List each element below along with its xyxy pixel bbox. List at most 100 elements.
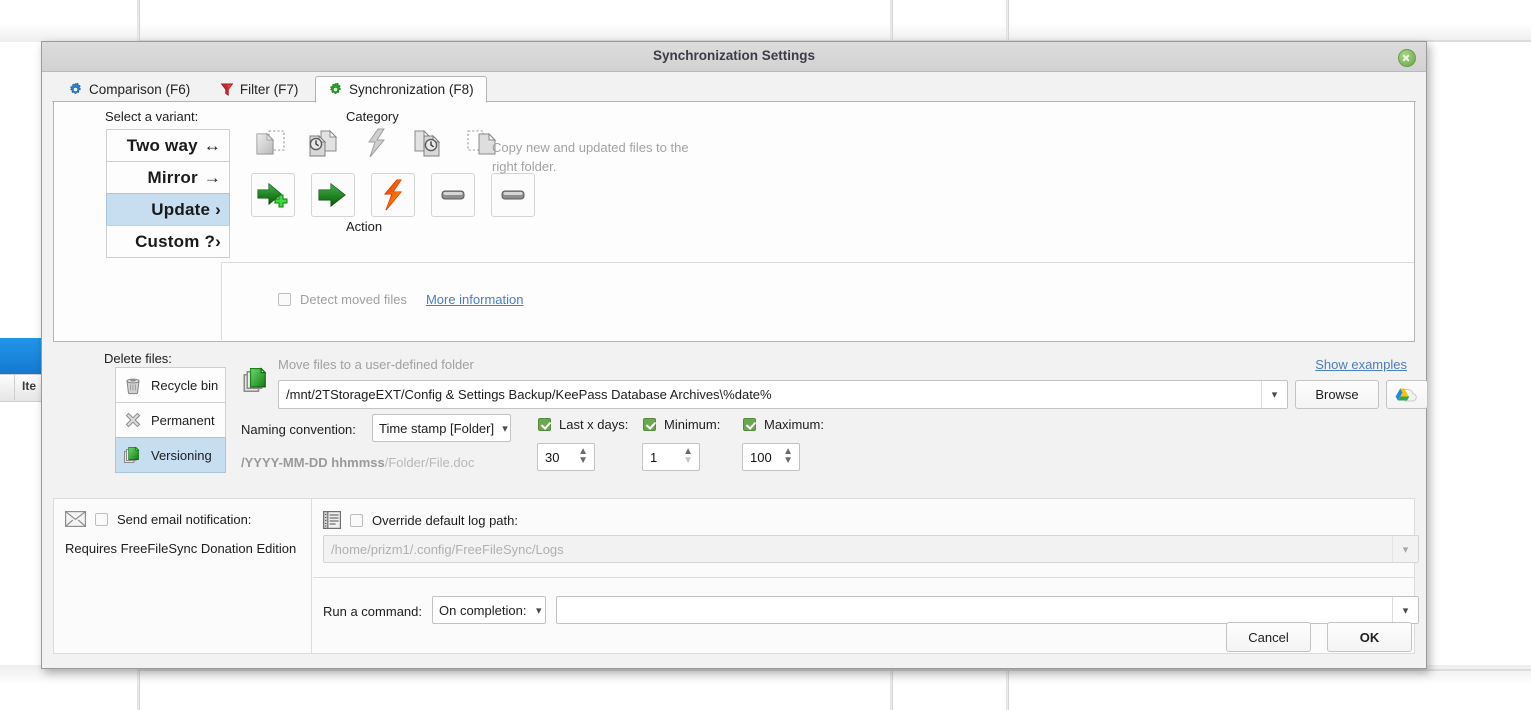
variant-two-way[interactable]: Two way ↔ <box>106 129 230 162</box>
limit-last-x-days-value[interactable]: 30 <box>545 450 559 465</box>
limit-minimum-checkbox[interactable] <box>643 418 656 431</box>
tab-comparison-label: Comparison (F6) <box>89 81 191 97</box>
category-icon-row <box>251 125 500 163</box>
stepper-arrows-icon[interactable]: ▲ ▼ <box>783 447 793 466</box>
cancel-button[interactable]: Cancel <box>1226 622 1311 652</box>
background-header-separator <box>14 374 15 400</box>
delete-option-permanent[interactable]: Permanent <box>115 402 226 438</box>
action-button-row <box>251 173 535 217</box>
delete-option-versioning[interactable]: Versioning <box>115 437 226 473</box>
action-copy-button[interactable] <box>311 173 355 217</box>
limit-last-x-days-stepper[interactable]: 30 ▲ ▼ <box>537 443 595 471</box>
naming-pattern-bold: /YYYY-MM-DD hhmmss <box>241 455 385 470</box>
naming-convention-label: Naming convention: <box>241 422 356 437</box>
naming-convention-value[interactable]: Time stamp [Folder] <box>373 421 500 436</box>
limit-minimum-value[interactable]: 1 <box>650 450 657 465</box>
gear-green-icon <box>328 82 343 97</box>
variant-custom[interactable]: Custom ?› <box>106 225 230 258</box>
tab-synchronization[interactable]: Synchronization (F8) <box>315 75 487 103</box>
dialog-title: Synchronization Settings <box>652 48 815 63</box>
limit-last-x-days-row: Last x days: <box>538 417 628 432</box>
variant-list: Two way ↔ Mirror → Update › Custom ?› <box>106 129 230 258</box>
tab-comparison[interactable]: Comparison (F6) <box>55 75 203 102</box>
delete-files-section: Delete files: Recycle bin Permanent Vers… <box>53 347 1428 507</box>
naming-pattern-preview: /YYYY-MM-DD hhmmss/Folder/File.doc <box>241 455 474 470</box>
override-log-path-checkbox[interactable] <box>350 513 363 527</box>
versioning-path-input[interactable]: /mnt/2TStorageEXT/Config & Settings Back… <box>279 387 1261 402</box>
versioning-path-combo[interactable]: /mnt/2TStorageEXT/Config & Settings Back… <box>278 380 1288 409</box>
variant-custom-label: Custom <box>135 231 200 251</box>
limit-maximum-stepper[interactable]: 100 ▲ ▼ <box>742 443 800 471</box>
background-top-gradient <box>0 0 1531 42</box>
right-arrow-icon: → <box>203 167 221 187</box>
trash-icon <box>123 375 143 395</box>
log-list-icon <box>323 511 341 529</box>
delete-files-label: Delete files: <box>104 351 172 366</box>
variant-update[interactable]: Update › <box>106 193 230 226</box>
send-email-notification-label: Send email notification: <box>117 511 252 527</box>
naming-pattern-rest: /Folder/File.doc <box>384 455 475 470</box>
show-examples-link[interactable]: Show examples <box>1315 357 1407 372</box>
cloud-drive-button[interactable] <box>1386 380 1428 409</box>
limit-maximum-value[interactable]: 100 <box>750 450 772 465</box>
do-nothing-icon <box>501 188 525 202</box>
lightning-conflict-icon <box>378 179 408 211</box>
arrow-right-plus-icon <box>256 180 290 210</box>
chevron-down-icon[interactable]: ▾ <box>1261 381 1287 408</box>
dialog-footer: Cancel OK <box>42 608 1426 668</box>
ok-button[interactable]: OK <box>1327 622 1412 652</box>
log-path-combo[interactable]: /home/prizm1/.config/FreeFileSync/Logs ▾ <box>323 535 1419 563</box>
limit-minimum-stepper[interactable]: 1 ▲ ▼ <box>642 443 700 471</box>
detect-moved-files-label: Detect moved files <box>300 292 407 307</box>
background-row-divider <box>137 669 1531 671</box>
background-selected-row <box>0 338 42 374</box>
cloud-drive-icon <box>1394 386 1420 404</box>
variant-mirror-label: Mirror <box>147 167 198 187</box>
action-copy-new-button[interactable] <box>251 173 295 217</box>
arrow-right-icon <box>317 181 349 209</box>
file-conflict-icon <box>357 125 394 163</box>
limit-maximum-label: Maximum: <box>764 417 824 432</box>
delete-option-permanent-label: Permanent <box>151 412 215 428</box>
move-files-label: Move files to a user-defined folder <box>278 357 474 372</box>
background-bottom-gradient <box>0 665 1531 710</box>
limit-last-x-days-label: Last x days: <box>559 417 629 432</box>
donation-edition-note: Requires FreeFileSync Donation Edition <box>65 541 297 556</box>
action-do-nothing-button[interactable] <box>491 173 535 217</box>
action-label: Action <box>346 219 383 234</box>
dialog-titlebar: Synchronization Settings <box>42 42 1426 72</box>
variant-description: Copy new and updated files to the right … <box>492 140 689 174</box>
limit-minimum-row: Minimum: <box>643 417 720 432</box>
delete-option-recycle-bin[interactable]: Recycle bin <box>115 367 226 403</box>
x-mark-icon <box>123 410 143 430</box>
tab-filter-label: Filter (F7) <box>239 81 299 97</box>
limit-minimum-label: Minimum: <box>664 417 721 432</box>
send-email-notification-checkbox[interactable] <box>95 512 108 526</box>
chevron-down-icon[interactable]: ▾ <box>1392 536 1418 562</box>
detect-moved-files-checkbox[interactable] <box>278 293 291 306</box>
file-updated-left-icon <box>304 125 341 163</box>
action-do-nothing-button[interactable] <box>431 173 475 217</box>
envelope-icon <box>65 511 86 527</box>
chevron-down-icon[interactable]: ▾ <box>500 415 510 441</box>
stepper-arrows-icon[interactable]: ▲ ▼ <box>683 447 693 466</box>
limit-maximum-row: Maximum: <box>743 417 824 432</box>
browse-button[interactable]: Browse <box>1295 380 1379 409</box>
section-divider <box>313 577 1414 578</box>
variant-mirror[interactable]: Mirror → <box>106 161 230 194</box>
gear-blue-icon <box>68 82 83 97</box>
stepper-arrows-icon[interactable]: ▲ ▼ <box>578 447 588 466</box>
category-label: Category <box>346 109 399 124</box>
tab-filter[interactable]: Filter (F7) <box>207 75 312 102</box>
action-conflict-button[interactable] <box>371 173 415 217</box>
log-path-input[interactable]: /home/prizm1/.config/FreeFileSync/Logs <box>324 542 1392 557</box>
settings-tabs: Comparison (F6) Filter (F7) Synchronizat… <box>42 75 1426 103</box>
limit-maximum-checkbox[interactable] <box>743 418 756 431</box>
naming-convention-select[interactable]: Time stamp [Folder] ▾ <box>372 414 511 442</box>
two-way-arrow-icon: ↔ <box>203 135 221 155</box>
synchronization-settings-dialog: Synchronization Settings Comparison (F6) <box>41 41 1428 669</box>
limit-last-x-days-checkbox[interactable] <box>538 418 551 431</box>
more-information-link[interactable]: More information <box>426 292 524 307</box>
question-chevron-icon: ?› <box>204 231 221 251</box>
close-icon[interactable] <box>1398 49 1416 67</box>
